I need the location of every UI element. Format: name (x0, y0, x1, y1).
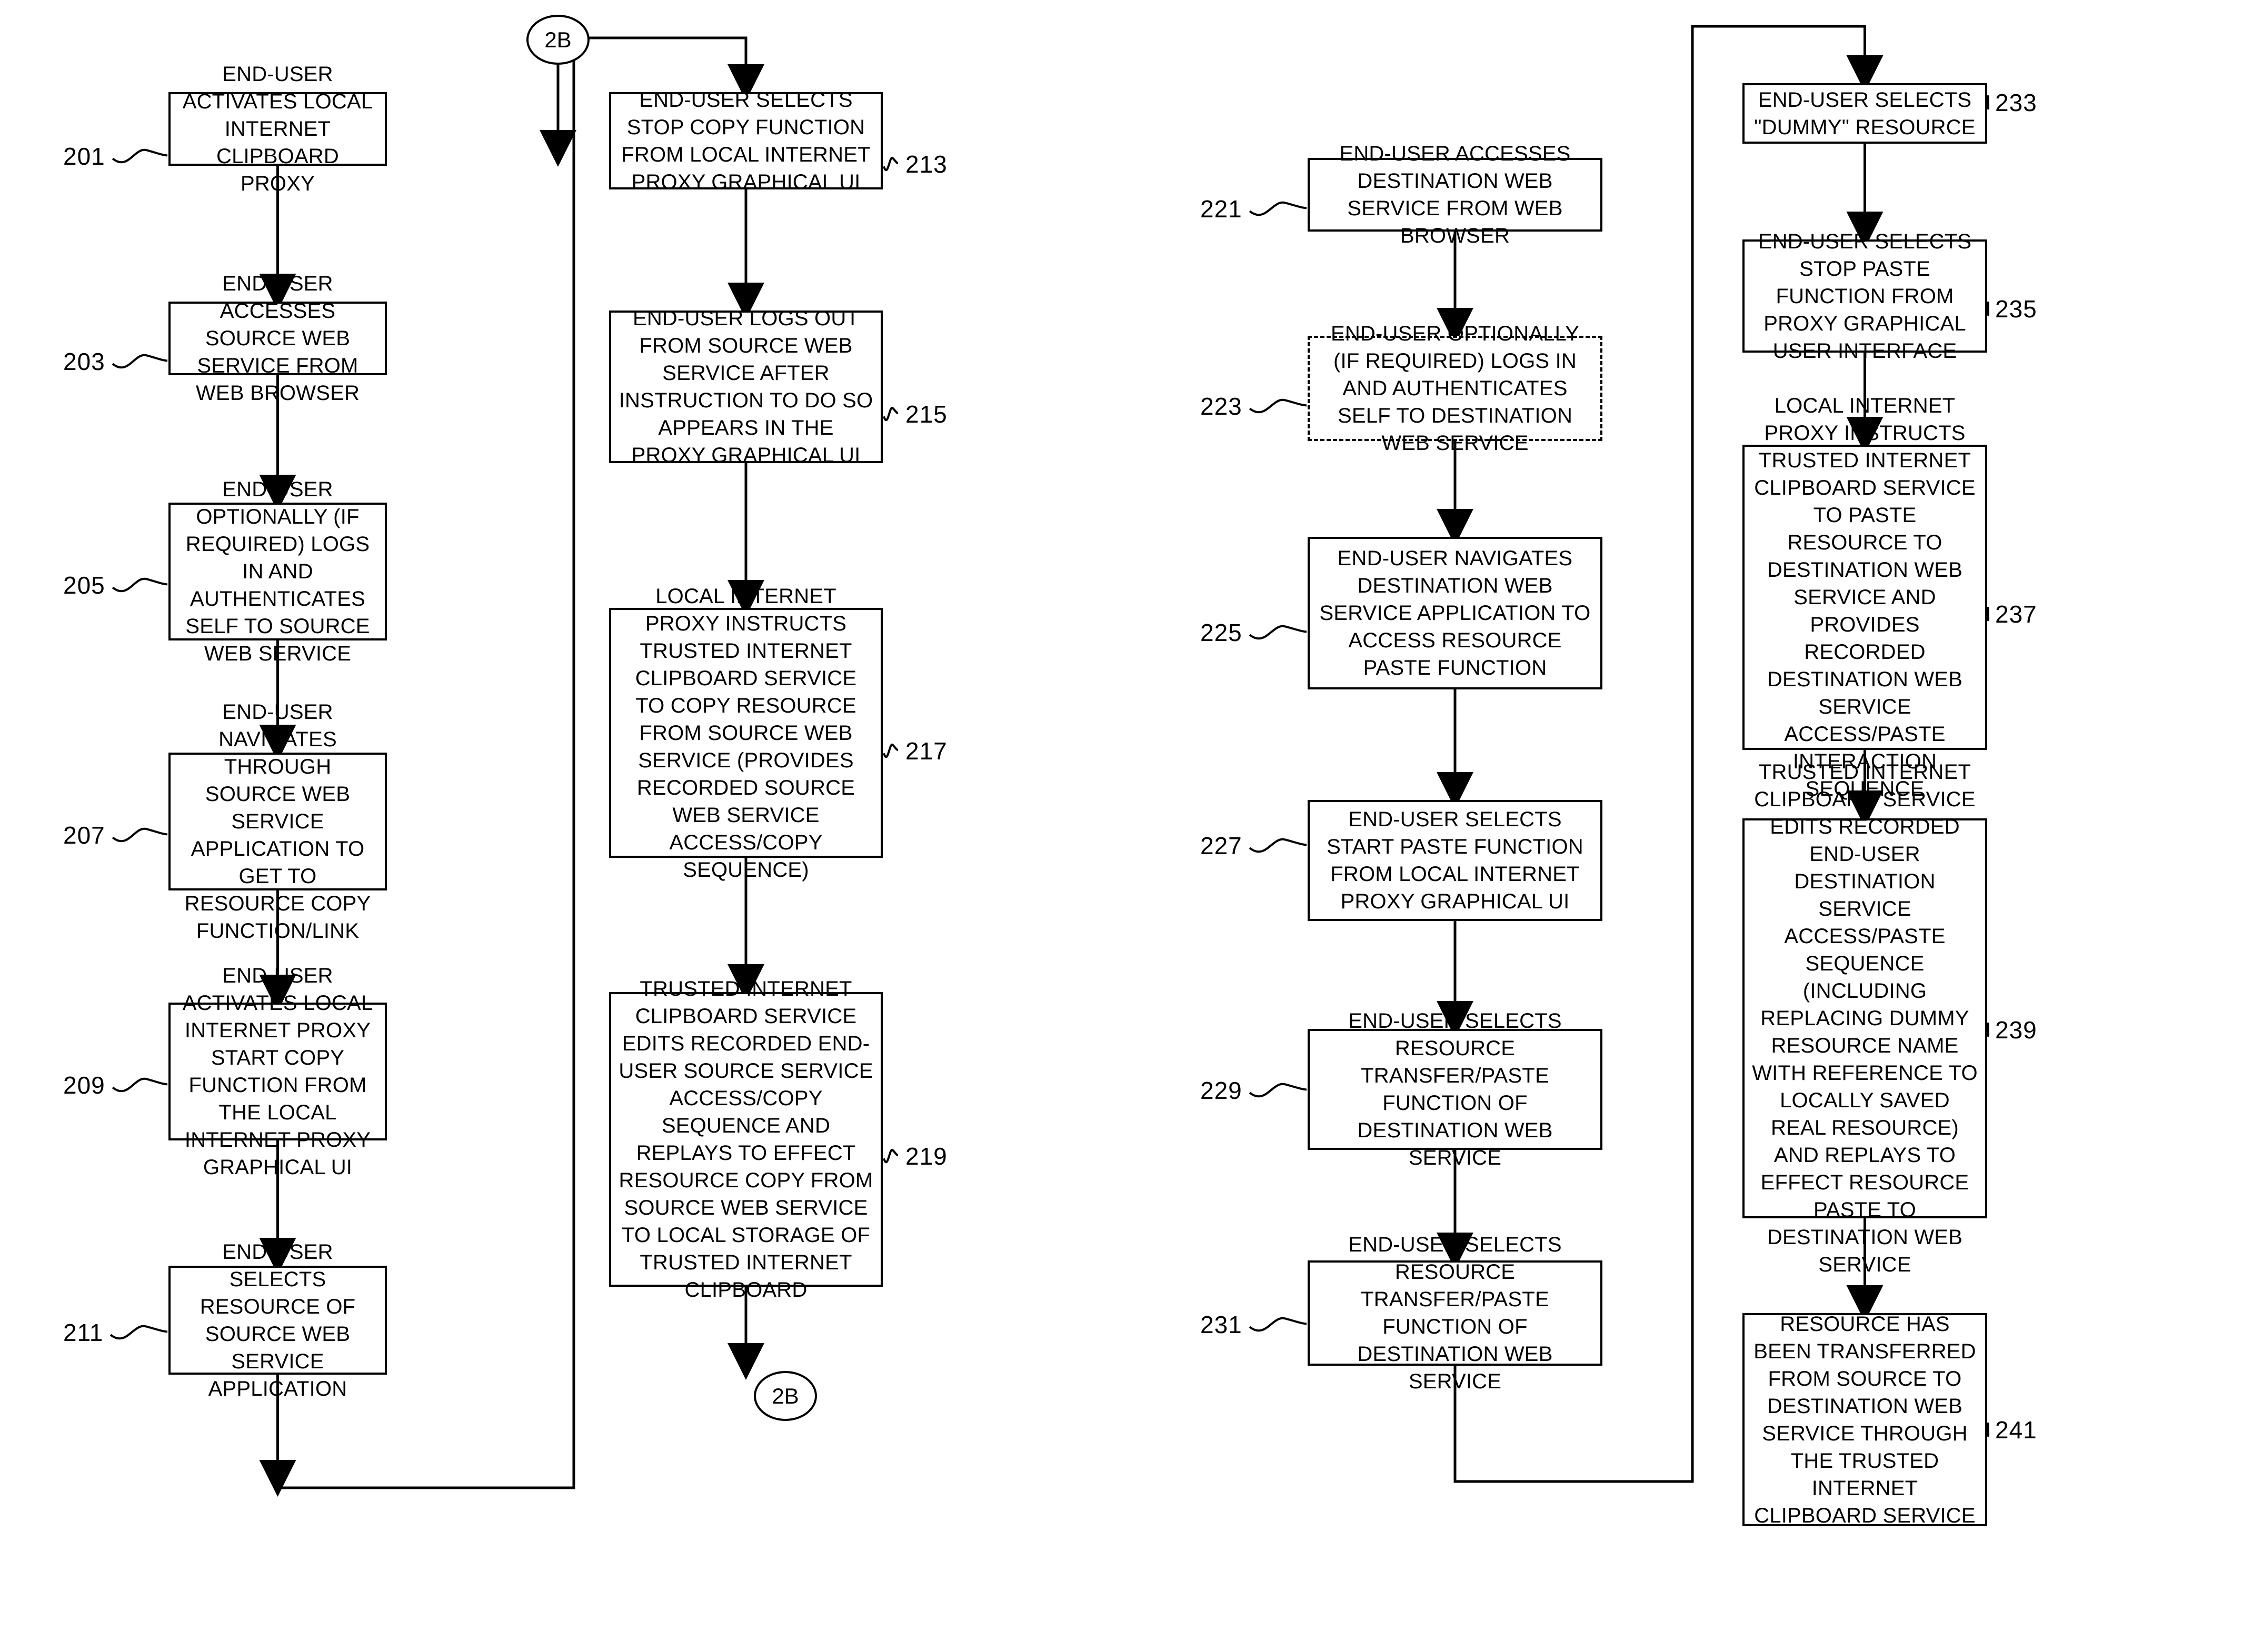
flow-node-209: END-USER ACTIVATES LOCAL INTERNET PROXY … (168, 964, 387, 1179)
ref-label-231: 231 (1200, 1311, 1242, 1338)
offpage-connector-2b-entry-label: 2B (544, 27, 572, 52)
flow-node-211-text: END-USER SELECTS RESOURCE OF SOURCE WEB … (200, 1240, 356, 1400)
flow-node-241-text: RESOURCE HAS BEEN TRANSFERRED FROM SOURC… (1753, 1312, 1976, 1527)
flow-node-227: END-USER SELECTS START PASTE FUNCTION FR… (1308, 800, 1602, 921)
flow-node-219: TRUSTED INTERNET CLIPBOARD SERVICE EDITS… (609, 977, 883, 1301)
ref-label-237: 237 (1995, 600, 2037, 628)
flow-node-221-text: END-USER ACCESSES DESTINATION WEB SERVIC… (1339, 142, 1571, 247)
flow-node-219-text: TRUSTED INTERNET CLIPBOARD SERVICE EDITS… (619, 977, 873, 1301)
ref-label-223: 223 (1200, 393, 1242, 420)
patent-figure-canvas: 201 END-USER ACTIVATES LOCAL INTERNET CL… (0, 0, 2262, 1652)
ref-label-211: 211 (63, 1319, 104, 1346)
flow-node-203: END-USER ACCESSES SOURCE WEB SERVICE FRO… (168, 272, 387, 405)
flow-node-231: END-USER SELECTS RESOURCE TRANSFER/PASTE… (1308, 1233, 1602, 1393)
ref-label-221: 221 (1200, 195, 1242, 223)
flow-node-215-text: END-USER LOGS OUT FROM SOURCE WEB SERVIC… (619, 307, 873, 467)
ref-label-241: 241 (1995, 1416, 2037, 1444)
offpage-connector-2b-entry: 2B (526, 15, 590, 65)
ref-label-215: 215 (905, 401, 948, 428)
flow-node-237: LOCAL INTERNET PROXY INSTRUCTS TRUSTED I… (1742, 394, 1987, 800)
flow-node-223: END-USER OPTIONALLY (IF REQUIRED) LOGS I… (1308, 322, 1602, 455)
flow-node-229: END-USER SELECTS RESOURCE TRANSFER/PASTE… (1308, 1009, 1602, 1169)
flow-node-239-text: TRUSTED INTERNET CLIPBOARD SERVICE EDITS… (1752, 760, 1978, 1276)
flow-node-217-text: LOCAL INTERNET PROXY INSTRUCTS TRUSTED I… (635, 584, 857, 882)
flow-node-217: LOCAL INTERNET PROXY INSTRUCTS TRUSTED I… (609, 585, 883, 882)
flow-node-239: TRUSTED INTERNET CLIPBOARD SERVICE EDITS… (1742, 760, 1987, 1276)
flow-node-229-text: END-USER SELECTS RESOURCE TRANSFER/PASTE… (1348, 1009, 1562, 1169)
flow-node-235: END-USER SELECTS STOP PASTE FUNCTION FRO… (1742, 230, 1987, 363)
flow-node-225: END-USER NAVIGATES DESTINATION WEB SERVI… (1308, 537, 1602, 689)
ref-label-201: 201 (63, 143, 105, 170)
flow-node-231-text: END-USER SELECTS RESOURCE TRANSFER/PASTE… (1348, 1233, 1562, 1393)
offpage-connector-2b-exit-label: 2B (772, 1383, 799, 1408)
flow-node-201: END-USER ACTIVATES LOCAL INTERNET CLIPBO… (168, 63, 387, 195)
ref-label-205: 205 (63, 572, 105, 599)
flow-node-227-text: END-USER SELECTS START PASTE FUNCTION FR… (1327, 808, 1583, 913)
flow-node-207-text: END-USER NAVIGATES THROUGH SOURCE WEB SE… (184, 700, 371, 943)
flow-node-225-text: END-USER NAVIGATES DESTINATION WEB SERVI… (1319, 547, 1591, 679)
ref-label-227: 227 (1200, 832, 1242, 859)
flow-node-213-text: END-USER SELECTS STOP COPY FUNCTION FROM… (621, 88, 871, 194)
ref-label-225: 225 (1200, 619, 1242, 646)
ref-label-233: 233 (1995, 89, 2037, 116)
flow-node-207: END-USER NAVIGATES THROUGH SOURCE WEB SE… (168, 700, 387, 943)
flow-node-223-text: END-USER OPTIONALLY (IF REQUIRED) LOGS I… (1330, 322, 1580, 455)
ref-label-209: 209 (63, 1072, 105, 1099)
flow-node-209-text: END-USER ACTIVATES LOCAL INTERNET PROXY … (182, 964, 373, 1179)
flow-node-233-text: END-USER SELECTS "DUMMY" RESOURCE (1754, 88, 1976, 139)
flow-node-201-text: END-USER ACTIVATES LOCAL INTERNET CLIPBO… (182, 63, 373, 195)
ref-label-207: 207 (63, 822, 105, 849)
flow-node-205-text: END-USER OPTIONALLY (IF REQUIRED) LOGS I… (185, 478, 370, 665)
flow-node-213: END-USER SELECTS STOP COPY FUNCTION FROM… (609, 88, 883, 194)
flow-node-205: END-USER OPTIONALLY (IF REQUIRED) LOGS I… (168, 478, 387, 665)
offpage-connector-2b-exit: 2B (754, 1371, 817, 1421)
ref-label-219: 219 (905, 1143, 948, 1170)
flow-node-211: END-USER SELECTS RESOURCE OF SOURCE WEB … (168, 1240, 387, 1400)
flow-node-241: RESOURCE HAS BEEN TRANSFERRED FROM SOURC… (1742, 1312, 1987, 1527)
ref-label-229: 229 (1200, 1077, 1242, 1104)
flow-node-221: END-USER ACCESSES DESTINATION WEB SERVIC… (1308, 142, 1602, 247)
flow-node-203-text: END-USER ACCESSES SOURCE WEB SERVICE FRO… (195, 272, 360, 405)
ref-label-203: 203 (63, 348, 105, 375)
ref-label-239: 239 (1995, 1016, 2037, 1044)
flow-node-215: END-USER LOGS OUT FROM SOURCE WEB SERVIC… (609, 307, 883, 467)
flow-node-233: END-USER SELECTS "DUMMY" RESOURCE (1742, 83, 1987, 144)
flow-node-237-text: LOCAL INTERNET PROXY INSTRUCTS TRUSTED I… (1754, 394, 1976, 800)
ref-label-217: 217 (905, 737, 948, 765)
ref-label-235: 235 (1995, 295, 2037, 323)
flow-node-235-text: END-USER SELECTS STOP PASTE FUNCTION FRO… (1758, 229, 1972, 363)
ref-label-213: 213 (905, 151, 948, 178)
